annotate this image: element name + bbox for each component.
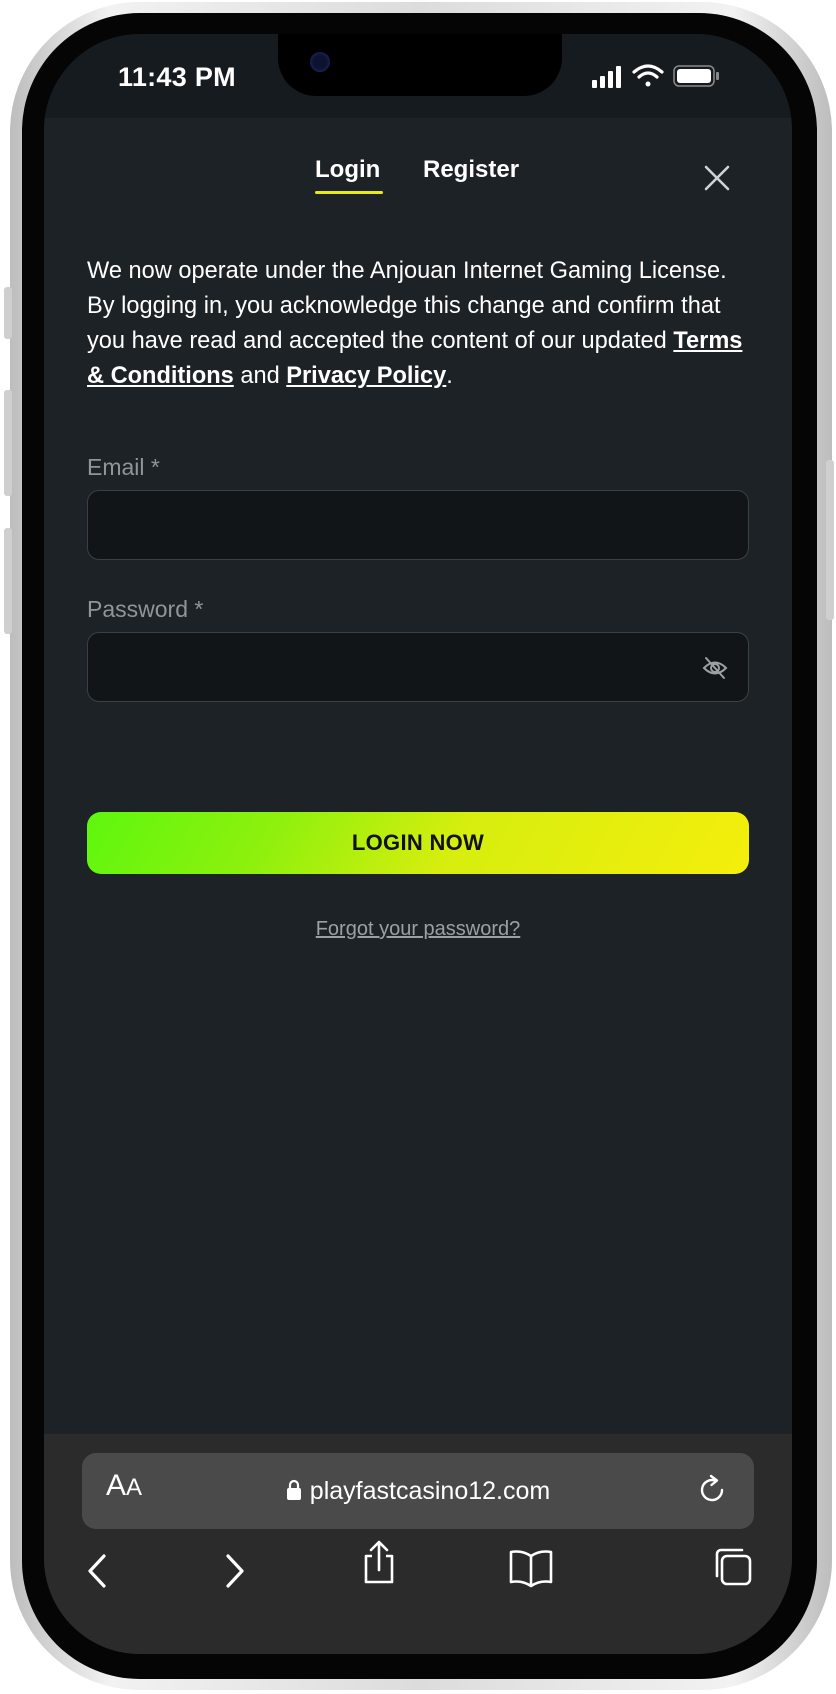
notice-and: and — [233, 363, 287, 389]
volume-up-button — [4, 390, 12, 496]
close-icon[interactable] — [702, 163, 732, 193]
tab-register[interactable]: Register — [423, 156, 519, 184]
notice-text: We now operate under the Anjouan Interne… — [87, 258, 727, 354]
battery-icon — [673, 65, 719, 87]
url-display[interactable]: playfastcasino12.com — [82, 1477, 754, 1506]
license-notice: We now operate under the Anjouan Interne… — [87, 254, 755, 394]
email-field[interactable] — [87, 490, 749, 560]
lock-icon — [286, 1479, 301, 1500]
email-label: Email * — [87, 454, 160, 480]
cellular-signal-icon — [592, 66, 621, 88]
front-camera — [310, 52, 330, 72]
forgot-password-link[interactable]: Forgot your password? — [44, 918, 792, 941]
address-bar[interactable]: AA playfastcasino12.com — [82, 1453, 754, 1529]
privacy-link[interactable]: Privacy Policy — [286, 363, 446, 389]
login-now-button[interactable]: LOGIN NOW — [87, 812, 749, 874]
url-text: playfastcasino12.com — [309, 1477, 551, 1505]
password-input[interactable] — [88, 633, 688, 701]
browser-toolbar: AA playfastcasino12.com — [44, 1434, 792, 1654]
notice-end: . — [446, 363, 453, 389]
forward-icon[interactable] — [222, 1552, 248, 1590]
status-icons — [592, 64, 719, 88]
active-tab-indicator — [315, 191, 383, 194]
password-label: Password * — [87, 596, 204, 622]
share-icon[interactable] — [360, 1540, 398, 1586]
eye-slash-icon[interactable] — [702, 656, 728, 680]
email-input[interactable] — [88, 491, 688, 559]
tab-login[interactable]: Login — [315, 156, 380, 184]
back-icon[interactable] — [84, 1552, 110, 1590]
mute-switch — [4, 287, 12, 339]
wifi-icon — [632, 64, 664, 87]
phone-screen: 11:43 PM Login Register We now operate u… — [44, 34, 792, 1654]
password-field[interactable] — [87, 632, 749, 702]
power-button — [826, 460, 834, 620]
login-modal: Login Register We now operate under the … — [44, 118, 792, 1434]
volume-down-button — [4, 528, 12, 634]
bookmarks-icon[interactable] — [508, 1548, 554, 1588]
tabs-icon[interactable] — [712, 1546, 754, 1588]
status-time: 11:43 PM — [118, 62, 236, 92]
reload-icon[interactable] — [696, 1474, 728, 1506]
